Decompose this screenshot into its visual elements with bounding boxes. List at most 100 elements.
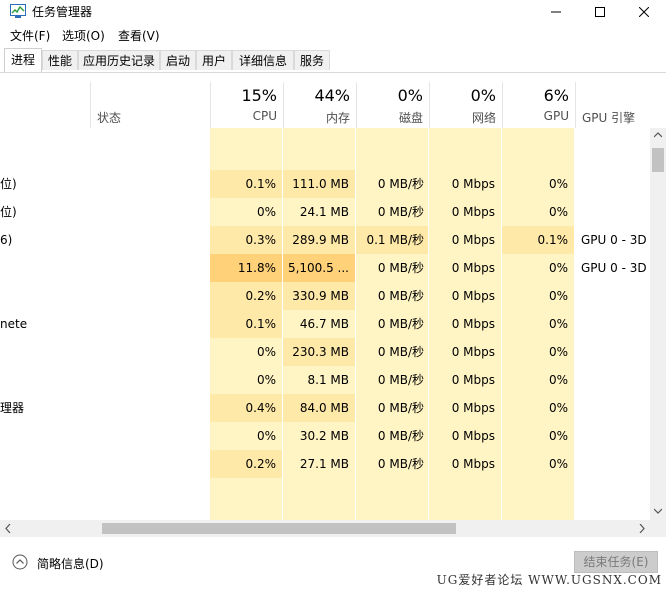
network-cell: 0 Mbps [451,345,495,359]
cpu-cell: 0.1% [245,177,277,191]
cpu-cell: 0.2% [245,457,277,471]
table-row[interactable]: 0% 230.3 MB 0 MB/秒 0 Mbps 0% [0,338,650,366]
network-cell: 0 Mbps [451,457,495,471]
close-icon [639,7,649,17]
gpu-engine-cell [581,394,650,422]
scroll-up-icon[interactable] [654,132,662,138]
cpu-cell: 0.1% [245,317,277,331]
menu-file[interactable]: 文件(F) [10,27,50,44]
table-row[interactable]: 0% 30.2 MB 0 MB/秒 0 Mbps 0% [0,422,650,450]
table-row[interactable]: 位) 0% 24.1 MB 0 MB/秒 0 Mbps 0% [0,198,650,226]
table-row[interactable]: nete 0.1% 46.7 MB 0 MB/秒 0 Mbps 0% [0,310,650,338]
gpu-engine-cell [581,170,650,198]
header-gpu-engine[interactable]: GPU 引擎 [575,82,650,128]
tab-performance[interactable]: 性能 [42,50,78,70]
gpu-engine-cell [581,422,650,450]
gpu-cell: 0% [548,177,568,191]
horizontal-scrollbar[interactable] [0,520,650,537]
table-row[interactable]: 6) 0.3% 289.9 MB 0.1 MB/秒 0 Mbps 0.1% GPU 0 - … [0,226,650,254]
menu-options[interactable]: 选项(O) [62,27,105,44]
network-cell [429,142,495,170]
network-cell: 0 Mbps [451,233,495,247]
memory-cell: 8.1 MB [307,373,349,387]
disk-cell: 0 MB/秒 [377,289,424,303]
gpu-cell: 0.1% [537,233,569,247]
header-cpu[interactable]: 15% CPU [210,82,283,128]
cpu-cell: 0.3% [245,233,277,247]
network-cell: 0 Mbps [451,317,495,331]
tab-services[interactable]: 服务 [294,50,330,70]
watermark-text: UG爱好者论坛 WWW.UGSNX.COM [436,573,662,587]
end-task-button[interactable]: 结束任务(E) [574,551,658,573]
cpu-cell: 0% [256,429,276,443]
network-cell: 0 Mbps [451,289,495,303]
menu-view[interactable]: 查看(V) [118,27,160,44]
gpu-cell: 0% [548,261,568,275]
network-cell: 0 Mbps [451,373,495,387]
task-manager-icon [10,4,26,18]
disk-cell: 0.1 MB/秒 [366,233,424,247]
gpu-total: 6% [543,86,569,105]
process-name-cell: 位) [0,177,17,191]
table-row[interactable]: 0.2% 330.9 MB 0 MB/秒 0 Mbps 0% [0,282,650,310]
memory-cell: 84.0 MB [299,401,349,415]
horizontal-scroll-thumb[interactable] [102,523,456,534]
disk-cell: 0 MB/秒 [377,345,424,359]
process-name-cell [0,282,88,310]
column-header: 状态 15% CPU 44% 内存 0% 磁盘 0% 网络 6% GPU GPU… [0,82,650,128]
tab-processes[interactable]: 进程 [4,48,42,72]
table-row[interactable]: 理器 0.4% 84.0 MB 0 MB/秒 0 Mbps 0% [0,394,650,422]
scroll-down-icon[interactable] [654,508,662,514]
gpu-engine-cell [581,310,650,338]
close-button[interactable] [622,0,666,24]
scroll-left-icon[interactable] [5,524,11,533]
disk-cell: 0 MB/秒 [377,261,424,275]
footer: 简略信息(D) 结束任务(E) UG爱好者论坛 WWW.UGSNX.COM [0,540,666,592]
network-cell: 0 Mbps [451,401,495,415]
window-title: 任务管理器 [32,5,93,19]
tab-users[interactable]: 用户 [196,50,232,70]
memory-cell: 289.9 MB [292,233,349,247]
cpu-cell: 0.4% [245,401,277,415]
memory-cell: 30.2 MB [299,429,349,443]
tab-startup[interactable]: 启动 [160,50,196,70]
process-name-cell [0,366,88,394]
vertical-scroll-thumb[interactable] [652,148,664,172]
fewer-details-link[interactable]: 简略信息(D) [37,555,104,572]
gpu-cell: 0% [548,345,568,359]
header-disk[interactable]: 0% 磁盘 [356,82,429,128]
memory-cell: 46.7 MB [299,317,349,331]
process-name-cell: 6) [0,233,13,247]
header-status[interactable]: 状态 [90,82,210,128]
cpu-cell: 0.2% [245,289,277,303]
gpu-cell [502,142,568,170]
maximize-button[interactable] [578,0,622,24]
table-row[interactable] [0,142,650,170]
tab-details[interactable]: 详细信息 [232,50,294,70]
gpu-engine-cell [581,366,650,394]
collapse-icon[interactable] [12,554,28,570]
maximize-icon [595,7,605,17]
table-row[interactable]: 0% 8.1 MB 0 MB/秒 0 Mbps 0% [0,366,650,394]
cpu-total: 15% [241,86,277,105]
memory-cell: 111.0 MB [292,177,349,191]
disk-cell: 0 MB/秒 [377,177,424,191]
tab-app-history[interactable]: 应用历史记录 [78,50,160,70]
minimize-icon [551,11,561,13]
gpu-cell: 0% [548,401,568,415]
disk-cell: 0 MB/秒 [377,429,424,443]
disk-cell: 0 MB/秒 [377,457,424,471]
header-network[interactable]: 0% 网络 [429,82,502,128]
scroll-right-icon[interactable] [639,524,645,533]
gpu-cell: 0% [548,373,568,387]
network-cell: 0 Mbps [451,177,495,191]
table-row[interactable]: 0.2% 27.1 MB 0 MB/秒 0 Mbps 0% [0,450,650,478]
table-row[interactable]: 11.8% 5,100.5 ... 0 MB/秒 0 Mbps 0% GPU 0 - 3D [0,254,650,282]
header-gpu[interactable]: 6% GPU [502,82,575,128]
table-row[interactable]: 位) 0.1% 111.0 MB 0 MB/秒 0 Mbps 0% [0,170,650,198]
vertical-scrollbar[interactable] [650,128,666,520]
header-memory[interactable]: 44% 内存 [283,82,356,128]
process-grid: 位) 0.1% 111.0 MB 0 MB/秒 0 Mbps 0% 位) 0% 24.1 MB 0… [0,128,650,520]
memory-cell: 330.9 MB [292,289,349,303]
minimize-button[interactable] [534,0,578,24]
